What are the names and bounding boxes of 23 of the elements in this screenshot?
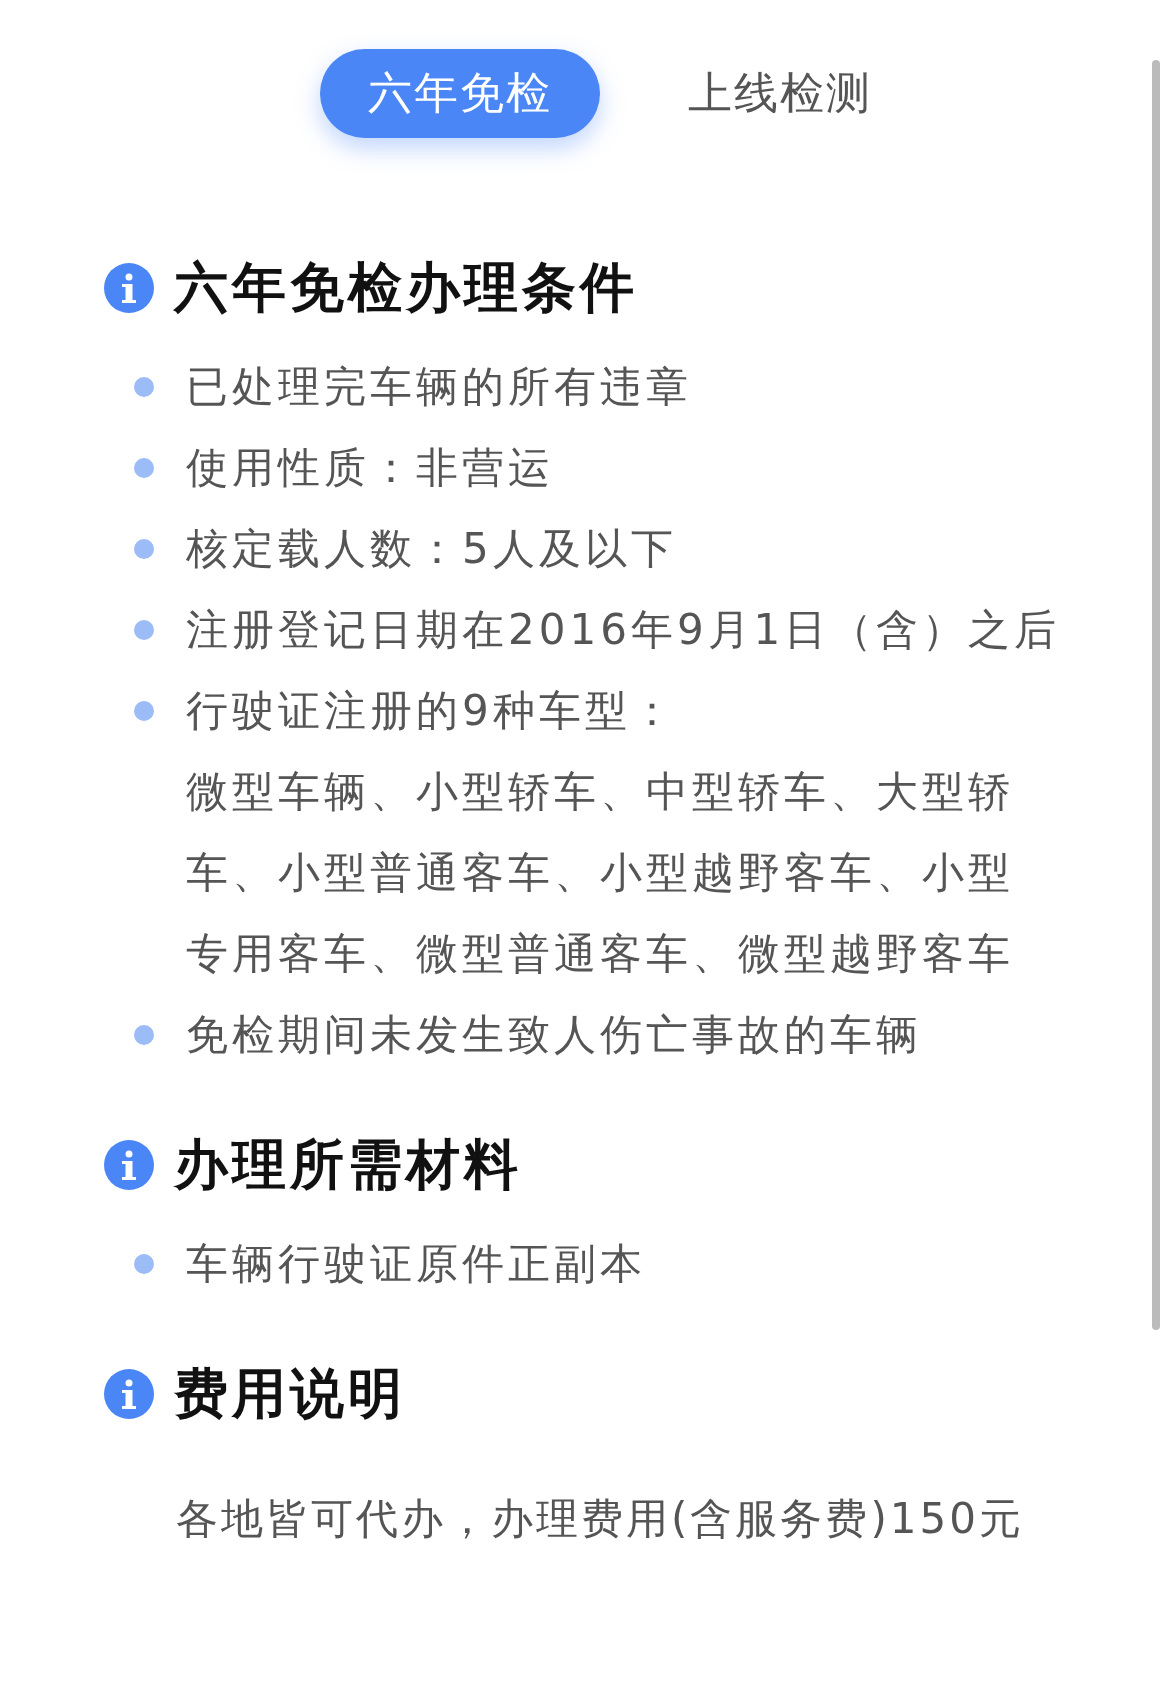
bullet-dot (134, 1254, 154, 1274)
bullet-dot (134, 377, 154, 397)
section-title: 费用说明 (174, 1360, 406, 1427)
bullet-dot (134, 458, 154, 478)
list-item-text: 使用性质：非营运 (186, 442, 554, 494)
info-icon (104, 1140, 154, 1190)
section-text: 各地皆可代办，办理费用(含服务费)150元 (175, 1493, 1025, 1545)
list-item-detail: 微型车辆、小型轿车、中型轿车、大型轿车、小型普通客车、小型越野客车、小型专用客车、微型普通客车、微型越野客车 (186, 766, 1015, 980)
info-icon (104, 1369, 154, 1419)
list-item-text: 行驶证注册的9种车型： (186, 685, 678, 737)
section-title: 办理所需材料 (174, 1131, 522, 1198)
bullet-dot (134, 701, 154, 721)
list-item-text: 注册登记日期在2016年9月1日（含）之后 (186, 604, 1061, 656)
bullet-dot (134, 539, 154, 559)
bullet-dot (134, 1025, 154, 1045)
list-item-text: 已处理完车辆的所有违章 (186, 361, 692, 413)
tab[interactable]: 上线检测 (640, 49, 920, 138)
list-item-text: 核定载人数：5人及以下 (186, 523, 677, 575)
bullet-dot (134, 620, 154, 640)
section-title: 六年免检办理条件 (174, 254, 638, 321)
list-item-text: 车辆行驶证原件正副本 (186, 1238, 646, 1290)
list-item-text: 免检期间未发生致人伤亡事故的车辆 (186, 1009, 922, 1061)
info-icon (104, 263, 154, 313)
